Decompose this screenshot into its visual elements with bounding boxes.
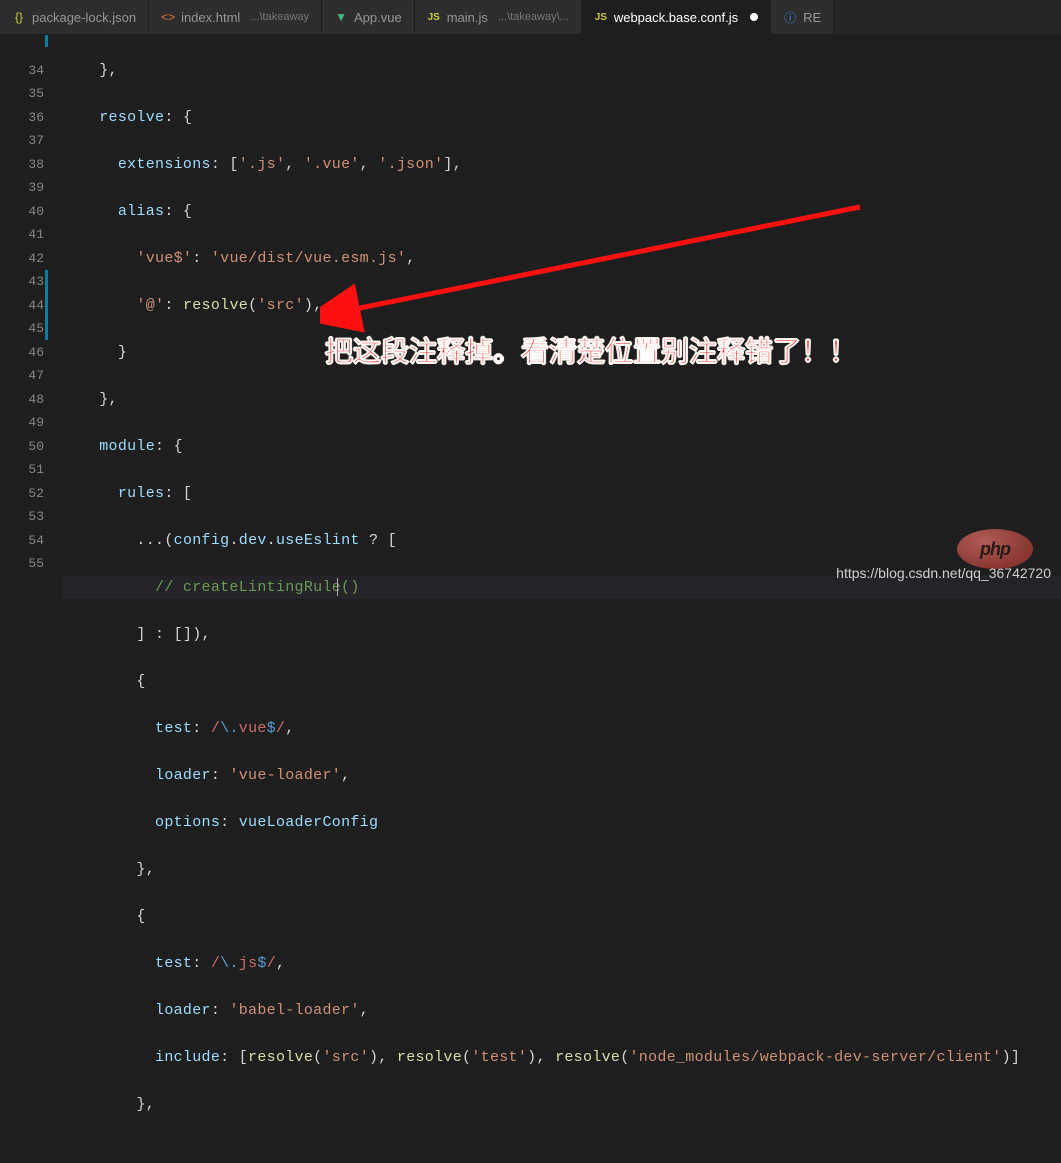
html-icon: <>: [161, 10, 175, 24]
code-line: ] : []),: [62, 623, 1061, 647]
tab-label: App.vue: [354, 10, 402, 25]
info-icon: ⓘ: [783, 10, 797, 24]
code-line: loader: 'vue-loader',: [62, 764, 1061, 788]
editor-tabs: {} package-lock.json <> index.html ...\t…: [0, 0, 1061, 35]
dirty-indicator-icon: [750, 13, 758, 21]
code-line: ...(config.dev.useEslint ? [: [62, 529, 1061, 553]
tab-readme[interactable]: ⓘ RE: [771, 0, 834, 34]
code-line: },: [62, 1093, 1061, 1117]
tab-index-html[interactable]: <> index.html ...\takeaway: [149, 0, 322, 34]
tab-package-lock[interactable]: {} package-lock.json: [0, 0, 149, 34]
code-line: options: vueLoaderConfig: [62, 811, 1061, 835]
line-gutter: 3435363738394041424344454647484950515253…: [0, 35, 62, 587]
tab-main-js[interactable]: JS main.js ...\takeaway\...: [415, 0, 582, 34]
tab-label: index.html: [181, 10, 240, 25]
code-line: rules: [: [62, 482, 1061, 506]
csdn-watermark: https://blog.csdn.net/qq_36742720: [836, 565, 1051, 581]
code-line: {: [62, 670, 1061, 694]
tab-label: main.js: [447, 10, 488, 25]
code-line: 'vue$': 'vue/dist/vue.esm.js',: [62, 247, 1061, 271]
js-icon: JS: [594, 10, 608, 24]
code-line: }: [62, 341, 1061, 365]
code-line: loader: 'babel-loader',: [62, 999, 1061, 1023]
js-icon: JS: [427, 10, 441, 24]
tab-app-vue[interactable]: ▼ App.vue: [322, 0, 415, 34]
code-line: alias: {: [62, 200, 1061, 224]
code-line: resolve: {: [62, 106, 1061, 130]
code-line: extensions: ['.js', '.vue', '.json'],: [62, 153, 1061, 177]
code-line: },: [62, 59, 1061, 83]
code-line: },: [62, 388, 1061, 412]
tab-label: webpack.base.conf.js: [614, 10, 738, 25]
code-area[interactable]: }, resolve: { extensions: ['.js', '.vue'…: [62, 35, 1061, 587]
tab-webpack-base-conf[interactable]: JS webpack.base.conf.js: [582, 0, 771, 34]
vue-icon: ▼: [334, 10, 348, 24]
code-line: test: /\.vue$/,: [62, 717, 1061, 741]
tab-label: package-lock.json: [32, 10, 136, 25]
change-indicator: [45, 270, 48, 340]
code-line: '@': resolve('src'),: [62, 294, 1061, 318]
code-line: test: /\.js$/,: [62, 952, 1061, 976]
php-logo-watermark: php: [957, 529, 1033, 569]
change-indicator: [45, 35, 48, 47]
code-editor[interactable]: 3435363738394041424344454647484950515253…: [0, 35, 1061, 587]
code-line: include: [resolve('src'), resolve('test'…: [62, 1046, 1061, 1070]
tab-label: RE: [803, 10, 821, 25]
tab-sublabel: ...\takeaway\...: [498, 11, 569, 23]
code-line: {: [62, 905, 1061, 929]
tab-sublabel: ...\takeaway: [250, 11, 309, 23]
json-icon: {}: [12, 10, 26, 24]
code-line: },: [62, 858, 1061, 882]
code-line: module: {: [62, 435, 1061, 459]
